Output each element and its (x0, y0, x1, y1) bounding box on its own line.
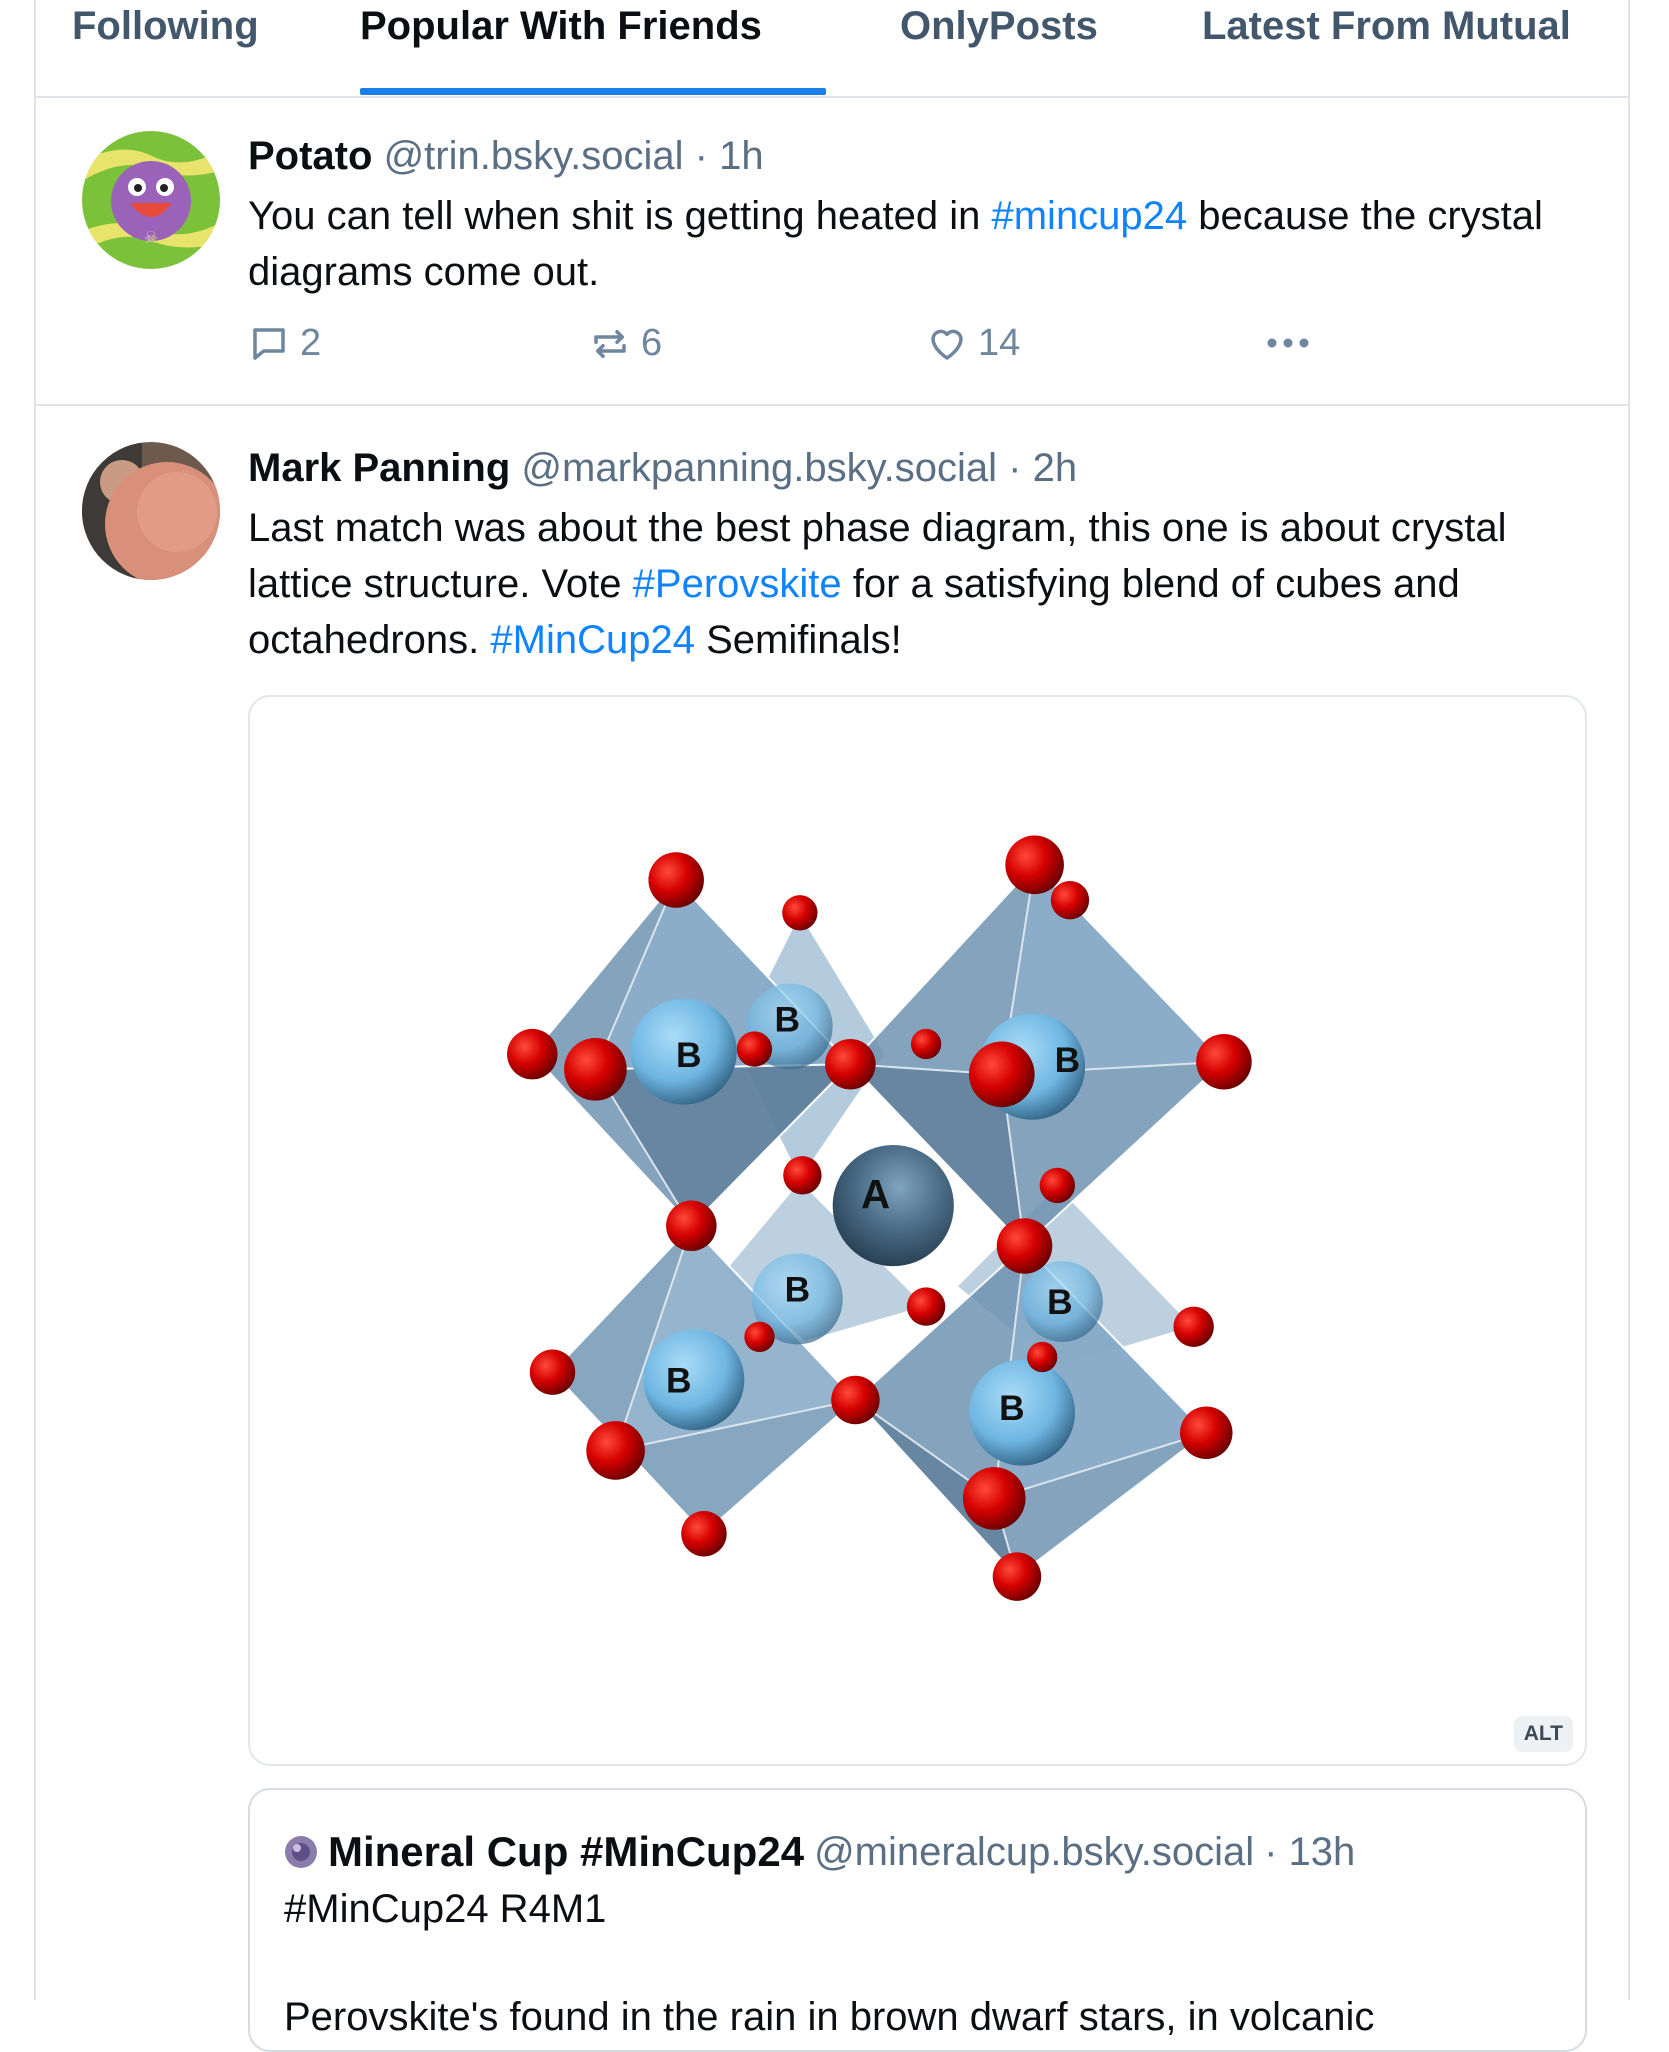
alt-text-badge[interactable]: ALT (1513, 1716, 1573, 1752)
oxygen-atom (1005, 835, 1064, 895)
oxygen-atom (648, 852, 704, 908)
b-label: B (666, 1361, 692, 1400)
avatar-potato[interactable]: ☠ (82, 131, 220, 269)
active-tab-indicator (360, 88, 826, 95)
heart-icon (931, 329, 963, 360)
ellipsis-icon (1267, 338, 1309, 348)
post-time: · 1h (694, 134, 764, 178)
b-label: B (1055, 1041, 1081, 1080)
oxygen-atom (736, 1031, 773, 1067)
oxygen-atom (1027, 1341, 1058, 1373)
oxygen-atom (825, 1038, 876, 1090)
hashtag-link[interactable]: #MinCup24 (490, 618, 695, 662)
a-atom (832, 1145, 954, 1267)
author-handle[interactable]: @trin.bsky.social (384, 134, 684, 178)
reply-button[interactable]: 2 (248, 322, 321, 365)
tabs-divider (34, 96, 1628, 98)
oxygen-atom (782, 895, 818, 931)
oxygen-atom (783, 1156, 822, 1195)
oxygen-atom (968, 1041, 1035, 1108)
quoted-post[interactable]: Mineral Cup #MinCup24 @mineralcup.bsky.s… (248, 1788, 1587, 2052)
more-options-button[interactable] (1263, 322, 1313, 364)
author-handle[interactable]: @markpanning.bsky.social (521, 446, 997, 490)
b-label: B (676, 1036, 702, 1075)
avatar-mark-panning[interactable] (82, 442, 220, 580)
tab-latest-from-mutuals[interactable]: Latest From Mutual (1202, 4, 1627, 49)
oxygen-atom (831, 1375, 880, 1425)
text-segment: You can tell when shit is getting heated… (248, 194, 992, 238)
like-button[interactable]: 14 (926, 322, 1020, 365)
post-image[interactable]: A B B B B B B B ALT (248, 695, 1587, 1766)
oxygen-atom (681, 1511, 727, 1557)
tab-following[interactable]: Following (72, 4, 259, 49)
oxygen-atom (910, 1028, 942, 1060)
quoted-text-line: #MinCup24 R4M1 (284, 1887, 607, 1931)
repost-button[interactable]: 6 (589, 322, 662, 365)
hashtag-link[interactable]: #Perovskite (633, 562, 842, 606)
oxygen-atom (992, 1552, 1042, 1601)
oxygen-atom (906, 1287, 946, 1326)
oxygen-atom (1180, 1406, 1233, 1460)
post-time: · 2h (1008, 446, 1078, 490)
quoted-post-time: · 13h (1264, 1829, 1356, 1874)
oxygen-atom (996, 1218, 1053, 1274)
b-atom (643, 1329, 745, 1431)
hashtag-link[interactable]: #mincup24 (991, 194, 1187, 238)
oxygen-atom (1050, 880, 1090, 920)
svg-text:☠: ☠ (144, 230, 158, 247)
oxygen-atom (1173, 1306, 1214, 1347)
like-count: 14 (978, 322, 1021, 364)
oxygen-atom (507, 1028, 558, 1080)
feed-tabs: Following Popular With Friends OnlyPosts… (0, 0, 1669, 97)
oxygen-atom (564, 1037, 627, 1101)
oxygen-atom (529, 1349, 576, 1395)
oxygen-atom (586, 1421, 645, 1480)
post-text: You can tell when shit is getting heated… (248, 188, 1593, 300)
b-label: B (999, 1389, 1025, 1428)
repost-arrows-icon (594, 329, 626, 358)
repost-count: 6 (641, 322, 663, 364)
b-label: B (1047, 1283, 1073, 1322)
author-name[interactable]: Potato (248, 134, 372, 178)
b-label: B (774, 1000, 800, 1039)
oxygen-atom (1039, 1167, 1076, 1204)
perovskite-crystal-diagram: A B B B B B B B (507, 835, 1252, 1601)
a-label: A (861, 1171, 890, 1217)
reply-count: 2 (300, 322, 322, 364)
author-name[interactable]: Mark Panning (248, 446, 510, 490)
oxygen-atom (666, 1200, 717, 1252)
oxygen-atom (962, 1467, 1026, 1530)
post-divider (34, 404, 1628, 406)
speech-bubble-icon (253, 327, 285, 360)
tab-onlyposts[interactable]: OnlyPosts (900, 4, 1098, 49)
quoted-author-handle[interactable]: @mineralcup.bsky.social (814, 1830, 1254, 1875)
text-segment: Semifinals! (694, 618, 902, 662)
quoted-text-line: Perovskite's found in the rain in brown … (284, 1995, 1375, 2039)
b-label: B (785, 1271, 811, 1310)
tab-popular-with-friends[interactable]: Popular With Friends (360, 4, 762, 49)
quoted-author-name[interactable]: Mineral Cup #MinCup24 (328, 1828, 804, 1876)
post-text: Last match was about the best phase diag… (248, 500, 1593, 668)
avatar-mineral-cup[interactable] (284, 1835, 318, 1869)
oxygen-atom (1196, 1033, 1252, 1090)
oxygen-atom (744, 1321, 775, 1352)
